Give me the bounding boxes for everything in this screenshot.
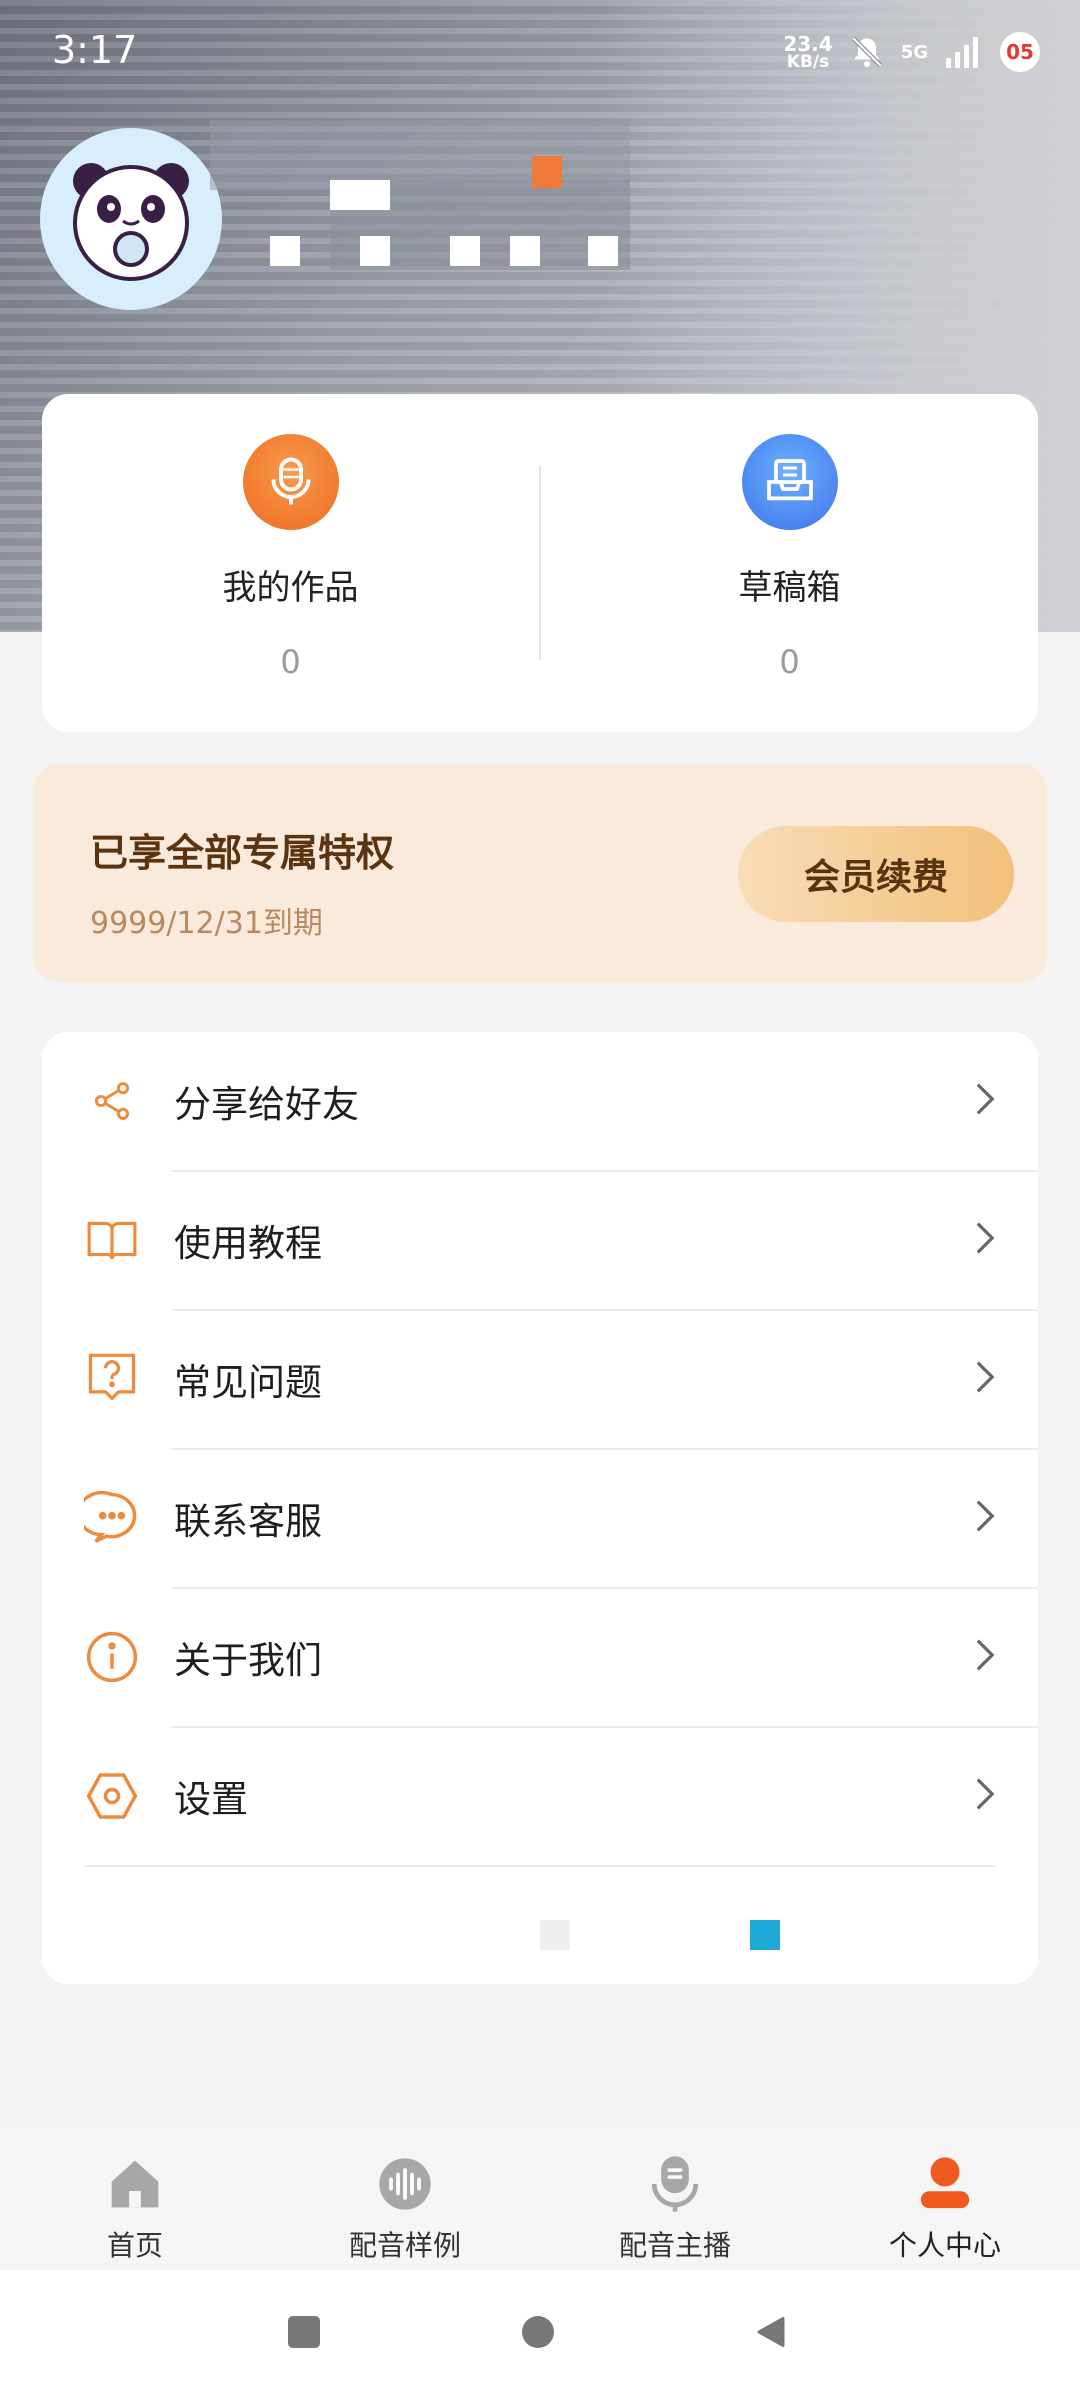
- book-icon: [82, 1210, 142, 1270]
- back-icon[interactable]: [756, 2316, 786, 2352]
- panda-avatar-icon: [73, 163, 189, 281]
- nav-tab-profile[interactable]: 个人中心: [810, 2130, 1080, 2270]
- menu-item-customer-service[interactable]: 联系客服: [42, 1449, 1038, 1587]
- chevron-right-icon: [974, 1220, 996, 1260]
- battery-level-badge: 05: [1000, 32, 1040, 72]
- settings-icon: [82, 1766, 142, 1826]
- nav-tab-home[interactable]: 首页: [0, 2130, 270, 2270]
- signal-strength-icon: [944, 34, 984, 70]
- menu-item-label: 常见问题: [174, 1361, 322, 1404]
- host-mic-icon: [645, 2154, 705, 2214]
- page-dot-active: [750, 1920, 780, 1950]
- menu-item-tutorial[interactable]: 使用教程: [42, 1171, 1038, 1309]
- question-icon: [82, 1349, 142, 1409]
- info-icon: [82, 1627, 142, 1687]
- nav-label: 首页: [106, 2229, 163, 2262]
- network-speed-unit: KB/s: [786, 51, 830, 72]
- chevron-right-icon: [974, 1637, 996, 1677]
- inbox-icon: [741, 434, 838, 530]
- menu-divider: [84, 1865, 996, 1867]
- menu-item-share[interactable]: 分享给好友: [42, 1032, 1038, 1170]
- vip-status-title: 已享全部专属特权: [90, 831, 395, 875]
- bottom-navigation: 首页 配音样例 配音主播 个人中心: [0, 2130, 1080, 2270]
- home-button-icon[interactable]: [522, 2316, 554, 2352]
- person-icon: [915, 2154, 975, 2214]
- page-dot: [540, 1920, 570, 1950]
- network-type: 5G: [900, 41, 928, 63]
- status-indicators: 23.4 KB/s 5G 05: [783, 28, 1040, 76]
- nav-label: 个人中心: [888, 2229, 1001, 2262]
- my-works-label: 我的作品: [222, 568, 359, 608]
- menu-item-about[interactable]: 关于我们: [42, 1588, 1038, 1726]
- my-works-entry[interactable]: 我的作品 0: [42, 394, 539, 732]
- microphone-icon: [242, 434, 339, 530]
- my-works-count: 0: [280, 643, 301, 681]
- drafts-entry[interactable]: 草稿箱 0: [541, 394, 1038, 732]
- notifications-muted-icon: [849, 34, 885, 70]
- menu-item-label: 关于我们: [174, 1639, 322, 1682]
- menu-item-settings[interactable]: 设置: [42, 1727, 1038, 1865]
- blurred-user-info: [210, 120, 630, 320]
- soundwave-icon: [375, 2154, 435, 2214]
- vip-membership-banner: 已享全部专属特权 9999/12/31到期 会员续费: [34, 764, 1046, 982]
- nav-tab-samples[interactable]: 配音样例: [270, 2130, 540, 2270]
- network-speed: 23.4 KB/s: [783, 34, 832, 71]
- settings-menu-card: 分享给好友 使用教程 常见问题 联系客服 关于我们 设置: [42, 1032, 1038, 1984]
- network-speed-value: 23.4: [783, 31, 833, 56]
- menu-item-label: 联系客服: [174, 1500, 322, 1543]
- drafts-label: 草稿箱: [738, 568, 841, 608]
- chevron-right-icon: [974, 1359, 996, 1399]
- menu-item-faq[interactable]: 常见问题: [42, 1310, 1038, 1448]
- menu-item-label: 使用教程: [174, 1222, 322, 1265]
- works-card: 我的作品 0 草稿箱 0: [42, 394, 1038, 732]
- nav-label: 配音样例: [348, 2229, 461, 2262]
- home-icon: [105, 2154, 165, 2214]
- chat-icon: [82, 1488, 142, 1548]
- chevron-right-icon: [974, 1081, 996, 1121]
- status-bar: 3:17 23.4 KB/s 5G 05: [0, 0, 1080, 100]
- nav-label: 配音主播: [618, 2229, 731, 2262]
- user-avatar[interactable]: [40, 128, 222, 310]
- chevron-right-icon: [974, 1498, 996, 1538]
- vip-expire-date: 9999/12/31到期: [90, 906, 323, 941]
- share-icon: [82, 1071, 142, 1131]
- status-time: 3:17: [52, 28, 138, 72]
- menu-item-label: 分享给好友: [174, 1083, 359, 1126]
- drafts-count: 0: [779, 643, 800, 681]
- page-indicator: [42, 1920, 1038, 1950]
- renew-membership-button[interactable]: 会员续费: [738, 826, 1014, 922]
- menu-item-label: 设置: [174, 1778, 248, 1821]
- nav-tab-hosts[interactable]: 配音主播: [540, 2130, 810, 2270]
- recent-apps-icon[interactable]: [288, 2316, 320, 2352]
- system-navigation-bar: [0, 2270, 1080, 2400]
- chevron-right-icon: [974, 1776, 996, 1816]
